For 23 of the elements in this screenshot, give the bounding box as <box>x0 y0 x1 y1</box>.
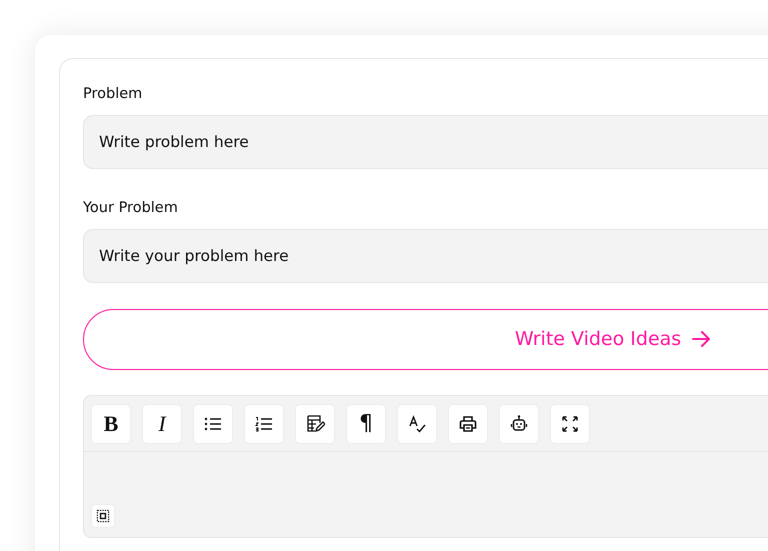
field-label: Your Problem <box>83 198 178 218</box>
write-ideas-button[interactable]: Write Video Ideas <box>83 308 768 370</box>
text-field[interactable]: Write problem here <box>83 114 768 169</box>
fullscreen-button[interactable] <box>550 404 590 444</box>
italic-button[interactable]: I <box>142 404 182 444</box>
list-button[interactable] <box>193 404 233 444</box>
select-all-button[interactable] <box>91 504 115 528</box>
bold-button[interactable]: B <box>91 404 131 444</box>
arrow-right-icon <box>691 331 712 347</box>
printer-icon <box>458 414 478 434</box>
printer-button[interactable] <box>448 404 488 444</box>
text-field[interactable]: Write your problem here <box>83 228 768 282</box>
select-all-icon <box>96 508 110 522</box>
table-edit-button[interactable] <box>295 404 335 444</box>
robot-icon <box>509 414 529 434</box>
numbered-list-button[interactable] <box>244 404 284 444</box>
paragraph-button[interactable]: ¶ <box>346 404 386 444</box>
spellcheck-button[interactable] <box>397 404 437 444</box>
table-edit-icon <box>305 414 325 434</box>
robot-button[interactable] <box>499 404 539 444</box>
fullscreen-icon <box>560 414 580 434</box>
field-label: Problem <box>83 85 142 104</box>
spellcheck-icon <box>407 414 427 434</box>
